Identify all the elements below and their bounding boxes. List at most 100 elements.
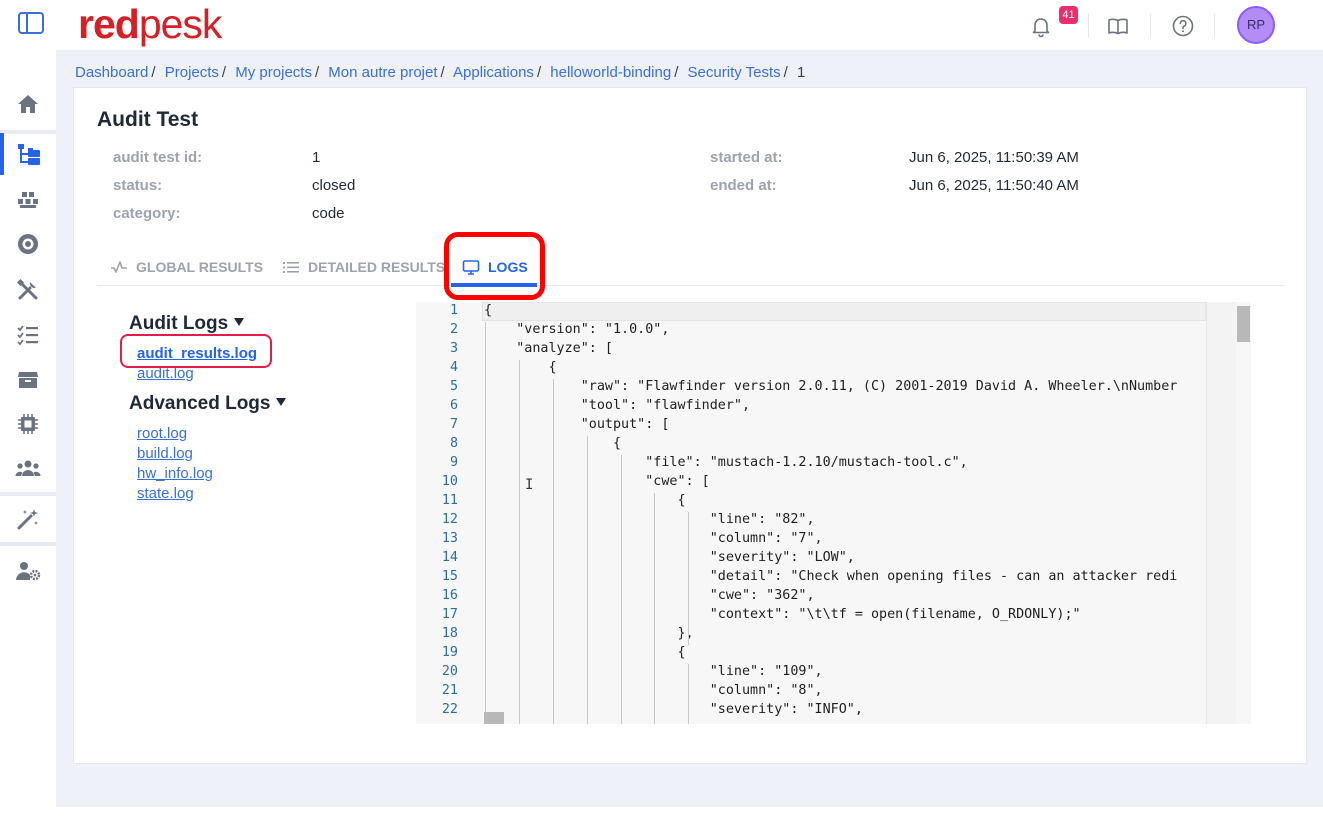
- caret-down-icon: [234, 317, 245, 326]
- help-icon[interactable]: [1171, 14, 1195, 38]
- line-number: 14: [441, 550, 458, 565]
- ended-label: ended at:: [710, 177, 777, 194]
- line-number: 20: [441, 664, 458, 679]
- line-number: 12: [441, 512, 458, 527]
- breadcrumb-applications[interactable]: Applications: [453, 64, 534, 81]
- indent-guide: [586, 436, 588, 724]
- nav-tasks[interactable]: [0, 314, 56, 356]
- horizontal-scrollbar-thumb[interactable]: [484, 712, 504, 724]
- status-value: closed: [312, 177, 356, 194]
- advanced-logs-heading-label: Advanced Logs: [129, 393, 271, 414]
- log-file-build[interactable]: build.log: [137, 445, 193, 462]
- code-line: "output": [: [484, 417, 670, 432]
- chip-icon: [18, 414, 38, 434]
- notification-badge: 41: [1059, 6, 1078, 24]
- nav-divider: [0, 542, 56, 546]
- nav-archive[interactable]: [0, 358, 56, 400]
- nav-hardware[interactable]: [0, 403, 56, 445]
- code-line: "analyze": [: [484, 341, 613, 356]
- tab-global-label: GLOBAL RESULTS: [136, 259, 264, 275]
- code-line: "tool": "flawfinder",: [484, 398, 751, 413]
- nav-magic[interactable]: [0, 498, 56, 540]
- code-line: "context": "\t\tf = open(filename, O_RDO…: [484, 607, 1081, 622]
- line-number: 3: [449, 341, 458, 356]
- editor-minimap[interactable]: [1206, 302, 1236, 724]
- code-line: },: [484, 626, 694, 641]
- nav-home[interactable]: [0, 83, 56, 125]
- tab-global-results[interactable]: GLOBAL RESULTS: [110, 248, 263, 286]
- indent-guide: [654, 493, 656, 724]
- category-label: category:: [113, 205, 181, 222]
- highlight-annotation-logs-tab: [444, 232, 545, 300]
- user-gear-icon: [16, 562, 41, 581]
- left-navigation: [0, 50, 56, 816]
- line-number: 8: [449, 436, 458, 451]
- code-line: "detail": "Check when opening files - ca…: [484, 569, 1178, 584]
- text-cursor-icon: I: [525, 477, 534, 493]
- bottom-strip: [56, 807, 1323, 816]
- user-avatar[interactable]: RP: [1237, 6, 1275, 44]
- breadcrumb: Dashboard / Projects / My projects / Mon au…: [75, 64, 806, 81]
- line-number: 15: [441, 569, 458, 584]
- code-line: "version": "1.0.0",: [484, 322, 670, 337]
- category-value: code: [312, 205, 345, 222]
- nav-tools[interactable]: [0, 269, 56, 311]
- indent-guide: [620, 455, 622, 724]
- box-icon: [18, 372, 38, 388]
- audit-logs-heading[interactable]: Audit Logs: [129, 313, 245, 335]
- log-editor[interactable]: 1 {2 "version": "1.0.0", 3 "analyze": [4 {…: [416, 302, 1251, 724]
- redpesk-logo[interactable]: redpesk: [78, 0, 222, 48]
- divider: [1150, 14, 1151, 38]
- breadcrumb-projects[interactable]: Projects: [165, 64, 219, 81]
- breadcrumb-dashboard[interactable]: Dashboard: [75, 64, 148, 81]
- started-label: started at:: [710, 149, 783, 166]
- log-file-root[interactable]: root.log: [137, 425, 187, 442]
- line-number: 22: [441, 702, 458, 717]
- nav-packages[interactable]: [0, 179, 56, 221]
- page-title: Audit Test: [97, 108, 199, 131]
- line-number: 13: [441, 531, 458, 546]
- ended-value: Jun 6, 2025, 11:50:40 AM: [909, 177, 1079, 194]
- indent-guide: [688, 512, 690, 645]
- breadcrumb-security-tests[interactable]: Security Tests: [688, 64, 781, 81]
- vertical-scrollbar[interactable]: [1236, 302, 1251, 724]
- sidebar-toggle-icon[interactable]: [18, 12, 44, 34]
- status-label: status:: [113, 177, 163, 194]
- caret-down-icon: [276, 397, 287, 406]
- indent-guide: [485, 322, 486, 724]
- line-number: 17: [441, 607, 458, 622]
- users-icon: [15, 460, 41, 476]
- line-number: 9: [449, 455, 458, 470]
- code-line: "column": "8",: [484, 683, 823, 698]
- code-line: {: [484, 360, 557, 375]
- list-icon: [283, 262, 299, 273]
- log-file-state[interactable]: state.log: [137, 485, 194, 502]
- nav-users[interactable]: [0, 448, 56, 490]
- audit-logs-heading-label: Audit Logs: [129, 313, 229, 334]
- nav-projects[interactable]: [0, 133, 56, 175]
- home-icon: [18, 95, 38, 113]
- line-number: 11: [441, 493, 458, 508]
- breadcrumb-application[interactable]: helloworld-binding: [550, 64, 671, 81]
- book-icon[interactable]: [1106, 14, 1130, 38]
- tab-detailed-results[interactable]: DETAILED RESULTS: [282, 248, 445, 286]
- highlight-annotation-audit-results: [120, 334, 272, 368]
- line-number: 21: [441, 683, 458, 698]
- bell-icon[interactable]: [1029, 14, 1053, 38]
- breadcrumb-current: 1: [796, 64, 806, 81]
- line-number: 10: [441, 474, 458, 489]
- breadcrumb-project[interactable]: Mon autre projet: [328, 64, 437, 81]
- line-number: 5: [449, 379, 458, 394]
- line-number: 6: [449, 398, 458, 413]
- nav-disk[interactable]: [0, 223, 56, 265]
- tab-bar: [97, 248, 1284, 286]
- log-file-hw-info[interactable]: hw_info.log: [137, 465, 213, 482]
- code-line: "cwe": "362",: [484, 588, 815, 603]
- breadcrumb-my-projects[interactable]: My projects: [235, 64, 312, 81]
- checklist-icon: [17, 325, 38, 346]
- top-bar: redpesk 41 RP: [0, 0, 1323, 50]
- line-number: 4: [449, 360, 458, 375]
- vertical-scrollbar-thumb[interactable]: [1237, 306, 1250, 342]
- nav-user-settings[interactable]: [0, 550, 56, 592]
- advanced-logs-heading[interactable]: Advanced Logs: [129, 393, 287, 415]
